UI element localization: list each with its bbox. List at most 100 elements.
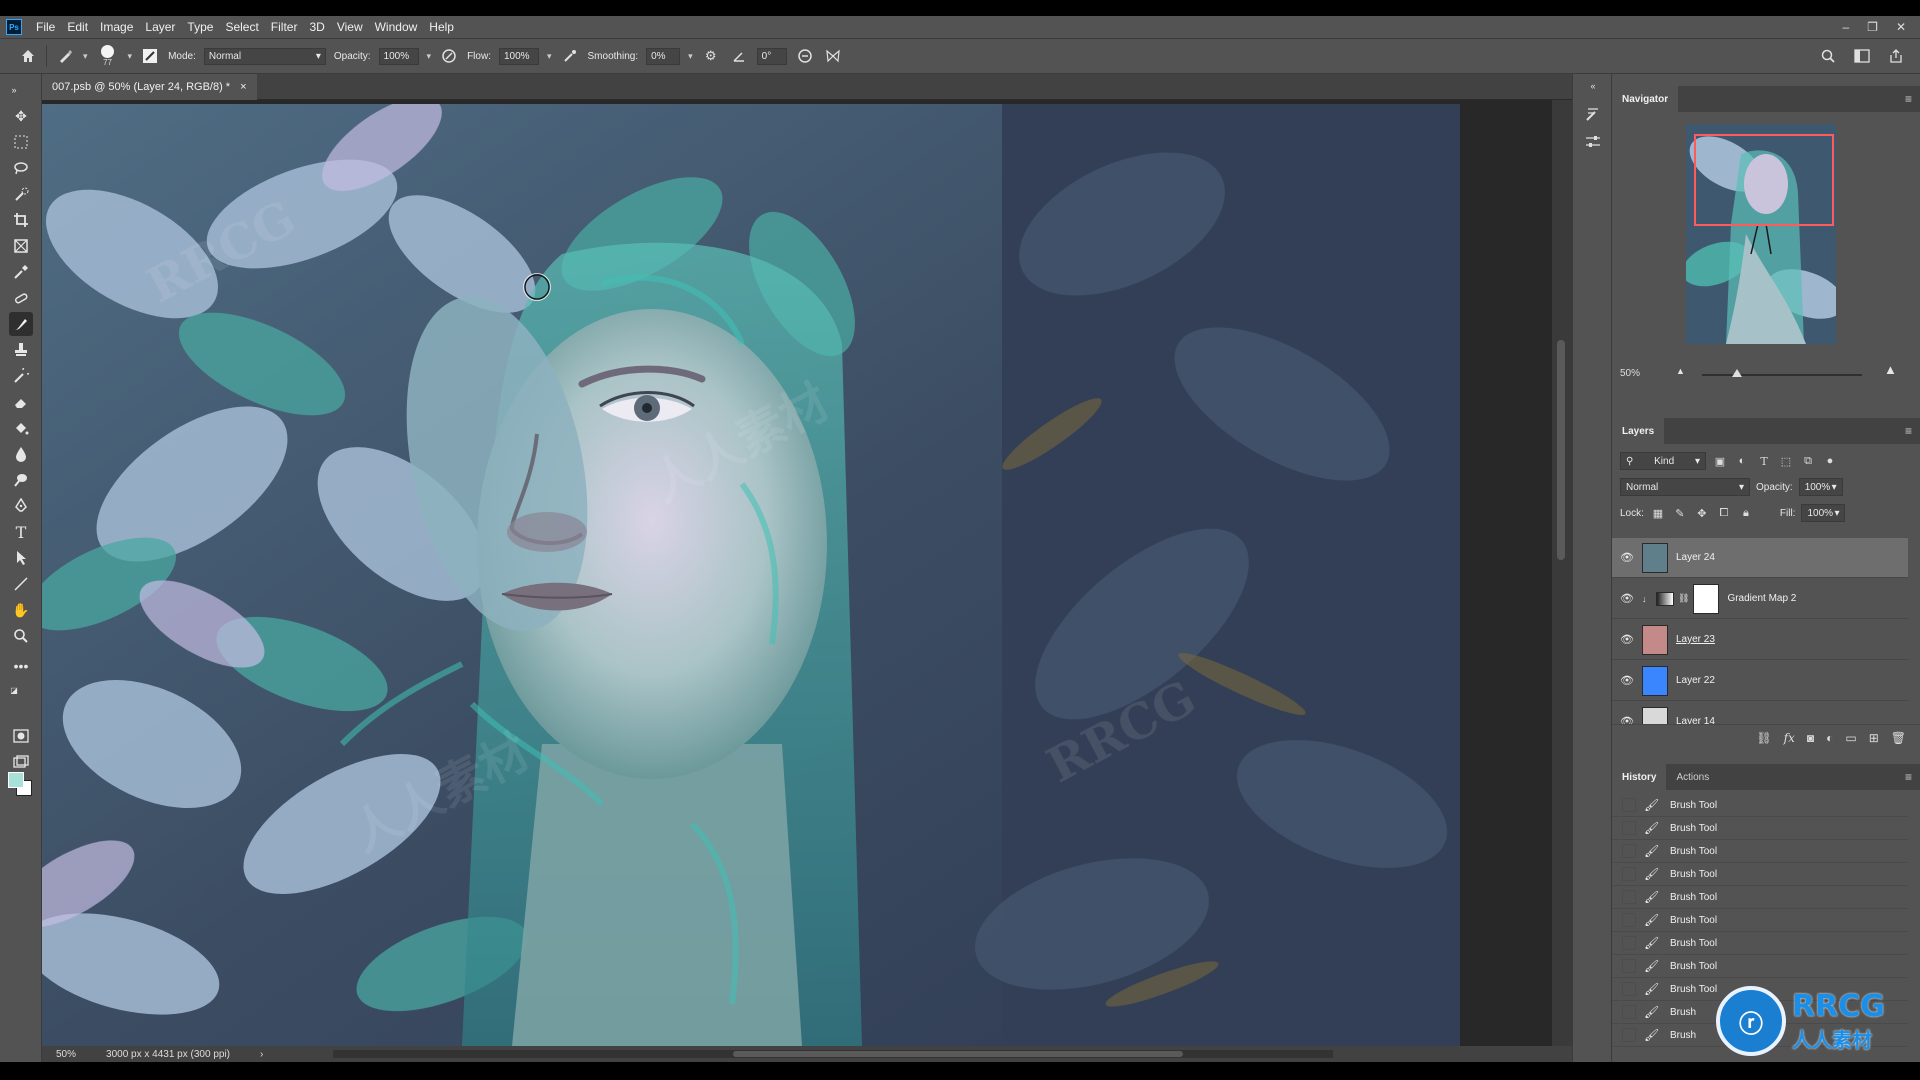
workspace-icon[interactable] [1852,46,1872,66]
history-snapshot-checkbox[interactable] [1622,959,1636,973]
trash-icon[interactable]: 🗑︎ [1891,731,1906,745]
history-snapshot-checkbox[interactable] [1622,890,1636,904]
history-snapshot-checkbox[interactable] [1622,798,1636,812]
lock-position-icon[interactable]: ✥ [1694,505,1710,521]
visibility-eye-icon[interactable]: 👁︎ [1612,592,1642,605]
menu-view[interactable]: View [331,20,369,34]
layer-filter-select[interactable]: ⚲ Kind ▾ [1620,452,1706,470]
history-item[interactable]: 🖌︎ Brush Tool [1612,886,1908,909]
expand-toolbar-icon[interactable]: » [2,78,26,102]
document-tab[interactable]: 007.psb @ 50% (Layer 24, RGB/8) * × [42,74,257,100]
navigator-thumbnail[interactable] [1686,124,1836,344]
mode-select[interactable]: Normal ▾ [203,47,326,65]
status-zoom[interactable]: 50% [56,1049,76,1060]
chevron-down-icon[interactable]: ▾ [427,51,432,62]
fill-field[interactable]: 100% ▾ [1801,504,1846,522]
history-snapshot-checkbox[interactable] [1622,982,1636,996]
crop-tool-icon[interactable] [9,208,33,232]
collapse-dock-icon[interactable]: « [1583,76,1603,96]
type-tool-icon[interactable]: T [9,520,33,544]
tab-actions[interactable]: Actions [1666,764,1719,790]
screen-mode-icon[interactable] [9,750,33,774]
history-item[interactable]: 🖌︎ Brush Tool [1612,932,1908,955]
lock-artboard-icon[interactable]: ⧠ [1716,505,1732,521]
panel-menu-icon[interactable]: ≡ [1905,770,1912,784]
history-snapshot-checkbox[interactable] [1622,1028,1636,1042]
eraser-tool-icon[interactable] [9,390,33,414]
lock-all-icon[interactable]: 🔒︎ [1738,505,1754,521]
scrollbar-thumb[interactable] [1557,340,1565,560]
menu-select[interactable]: Select [219,20,264,34]
history-brush-tool-icon[interactable] [9,364,33,388]
brush-settings-icon[interactable] [1583,104,1603,124]
status-menu-arrow[interactable]: › [260,1049,263,1060]
close-tab-icon[interactable]: × [240,81,246,93]
pen-tool-icon[interactable] [9,494,33,518]
layer-opacity-field[interactable]: 100% ▾ [1798,478,1843,496]
menu-3d[interactable]: 3D [303,20,330,34]
chevron-down-icon[interactable]: ▾ [128,51,133,62]
angle-field[interactable]: 0° [756,47,787,65]
search-icon[interactable] [1818,46,1838,66]
filter-shape-icon[interactable]: ⬚ [1778,453,1794,469]
panel-menu-icon[interactable]: ≡ [1905,92,1912,106]
history-snapshot-checkbox[interactable] [1622,821,1636,835]
brush-settings-panel-icon[interactable] [140,46,160,66]
pressure-opacity-icon[interactable] [439,46,459,66]
history-item[interactable]: 🖌︎ Brush Tool [1612,817,1908,840]
chevron-down-icon[interactable]: ▾ [83,51,88,62]
smoothing-field[interactable]: 0% [646,47,681,65]
hand-tool-icon[interactable]: ✋ [9,598,33,622]
blend-mode-select[interactable]: Normal ▾ [1620,478,1750,496]
link-chain-icon[interactable]: ⛓︎ [1678,593,1689,604]
pressure-size-icon[interactable] [795,46,815,66]
lasso-tool-icon[interactable] [9,156,33,180]
scrollbar-thumb[interactable] [733,1051,1184,1057]
paint-bucket-tool-icon[interactable] [9,416,33,440]
path-selection-tool-icon[interactable] [9,546,33,570]
airbrush-icon[interactable] [560,46,580,66]
history-snapshot-checkbox[interactable] [1622,1005,1636,1019]
default-colors-icon[interactable]: ◪ [2,678,26,702]
visibility-eye-icon[interactable]: 👁︎ [1612,633,1642,646]
lock-transparent-icon[interactable]: ▦ [1650,505,1666,521]
tab-history[interactable]: History [1612,764,1667,790]
canvas-area[interactable]: RRCG 人人素材 RRCG 人人素材 [42,100,1572,1046]
new-adjustment-icon[interactable]: ◐ [1826,731,1833,745]
filter-adjustment-icon[interactable]: ◐ [1734,453,1750,469]
eyedropper-tool-icon[interactable] [9,260,33,284]
filter-smart-object-icon[interactable]: ⧉ [1800,453,1816,469]
add-mask-icon[interactable]: ◙ [1807,731,1814,745]
share-icon[interactable] [1886,46,1906,66]
canvas-horizontal-scrollbar[interactable] [333,1050,1334,1058]
artwork-canvas[interactable]: RRCG 人人素材 RRCG 人人素材 [42,104,1460,1046]
new-group-icon[interactable]: ▭ [1845,731,1856,745]
menu-image[interactable]: Image [94,20,139,34]
flow-field[interactable]: 100% [498,47,539,65]
menu-type[interactable]: Type [181,20,219,34]
history-snapshot-checkbox[interactable] [1622,913,1636,927]
panel-menu-icon[interactable]: ≡ [1905,424,1912,438]
layer-row-layer-23[interactable]: 👁︎ Layer 23 [1612,620,1908,660]
menu-file[interactable]: File [30,20,61,34]
tab-navigator[interactable]: Navigator [1612,86,1679,112]
layer-row-layer-22[interactable]: 👁︎ Layer 22 [1612,661,1908,701]
restore-button[interactable]: ❐ [1867,20,1878,34]
navigator-view-box[interactable] [1694,134,1834,226]
close-window-button[interactable]: ✕ [1896,20,1906,34]
chevron-down-icon[interactable]: ▾ [688,51,693,62]
layer-row-layer-14[interactable]: 👁︎ Layer 14 [1612,702,1908,724]
menu-help[interactable]: Help [423,20,460,34]
zoom-out-icon[interactable]: ▲ [1676,366,1685,376]
brush-size-picker[interactable]: 77 [96,45,120,67]
link-layers-icon[interactable]: ⛓︎ [1756,731,1771,745]
visibility-eye-icon[interactable]: 👁︎ [1612,715,1642,724]
menu-filter[interactable]: Filter [265,20,304,34]
line-tool-icon[interactable] [9,572,33,596]
new-layer-icon[interactable]: ⊞ [1869,731,1879,745]
fx-icon[interactable]: fx [1784,731,1795,745]
layer-mask-thumbnail[interactable] [1693,583,1720,614]
visibility-eye-icon[interactable]: 👁︎ [1612,551,1642,564]
zoom-tool-icon[interactable] [9,624,33,648]
brush-tool-icon[interactable] [9,312,33,336]
